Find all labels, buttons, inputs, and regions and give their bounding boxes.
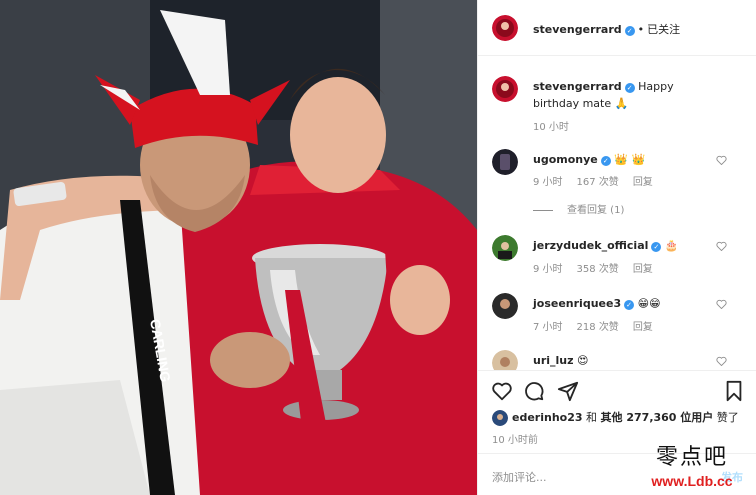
- post-timestamp[interactable]: 10 小时前: [492, 431, 538, 446]
- comment-heart-icon[interactable]: [716, 241, 727, 251]
- caption-meta: 10 小时: [533, 118, 583, 133]
- verified-badge-icon: ✓: [624, 83, 635, 93]
- comment-likes[interactable]: 218 次赞: [577, 322, 619, 333]
- likes-summary: ederinho23 和 其他 277,360 位用户 赞了: [492, 409, 739, 426]
- likes-others-link[interactable]: 其他 277,360 位用户: [601, 411, 714, 424]
- comment-body: 😍: [577, 354, 589, 367]
- comment-meta: 9 小时 167 次赞 回复: [533, 173, 667, 188]
- comment-heart-icon[interactable]: [716, 155, 727, 165]
- verified-badge-icon: ✓: [651, 242, 662, 252]
- watermark-url: www.Ldb.cc: [651, 473, 733, 489]
- comment-meta: 7 小时 218 次赞 回复: [533, 318, 667, 333]
- liker-username[interactable]: ederinho23: [512, 411, 583, 424]
- commenter-username[interactable]: ugomonye: [533, 153, 598, 166]
- watermark-chinese: 零点吧: [655, 445, 728, 470]
- action-bar: [478, 370, 756, 408]
- comment-likes[interactable]: 358 次赞: [577, 264, 619, 275]
- author-username[interactable]: stevengerrard: [533, 23, 622, 36]
- commenter-avatar[interactable]: [492, 293, 518, 319]
- comment-time[interactable]: 9 小时: [533, 177, 563, 188]
- verified-badge-icon: ✓: [624, 26, 635, 36]
- commenter-username[interactable]: jerzydudek_official: [533, 239, 648, 252]
- comment-text: joseenriquee3 ✓ 😁😁: [533, 295, 723, 312]
- comment-text: jerzydudek_official ✓ 🎂: [533, 237, 723, 254]
- comment-body: 😁😁: [637, 297, 661, 310]
- comments-list[interactable]: stevengerrard ✓ Happy birthday mate 🙏 10 …: [478, 57, 756, 370]
- heart-icon[interactable]: [491, 380, 513, 402]
- header-line: stevengerrard ✓ • 已关注: [533, 21, 680, 37]
- comment-time[interactable]: 7 小时: [533, 322, 563, 333]
- commenter-avatar[interactable]: [492, 149, 518, 175]
- view-replies-button[interactable]: 查看回复 (1): [533, 201, 624, 216]
- caption-text: stevengerrard ✓ Happy birthday mate 🙏: [533, 78, 723, 112]
- post-header: stevengerrard ✓ • 已关注: [478, 0, 756, 56]
- comment-body: 👑 👑: [614, 153, 646, 166]
- caption-time[interactable]: 10 小时: [533, 122, 569, 133]
- likes-liked: 赞了: [716, 411, 739, 424]
- share-icon[interactable]: [557, 380, 579, 402]
- verified-badge-icon: ✓: [624, 300, 635, 310]
- post-side-panel: stevengerrard ✓ • 已关注 stevengerrard ✓ Happy …: [477, 0, 756, 495]
- comment-likes[interactable]: 167 次赞: [577, 177, 619, 188]
- comment-reply-button[interactable]: 回复: [633, 264, 653, 275]
- caption-username[interactable]: stevengerrard: [533, 80, 622, 93]
- comment-text: ugomonye ✓ 👑 👑: [533, 151, 723, 168]
- caption-author-avatar[interactable]: [492, 76, 518, 102]
- photo-illustration: CARLING: [0, 0, 477, 495]
- add-comment-input[interactable]: 添加评论...: [492, 469, 547, 485]
- comment-meta: 9 小时 358 次赞 回复: [533, 260, 667, 275]
- separator-dot: •: [637, 23, 645, 36]
- commenter-username[interactable]: uri_luz: [533, 354, 574, 367]
- replies-divider: [533, 209, 553, 211]
- author-avatar[interactable]: [492, 15, 518, 41]
- comment-reply-button[interactable]: 回复: [633, 322, 653, 333]
- liker-avatar[interactable]: [492, 410, 508, 426]
- commenter-avatar[interactable]: [492, 235, 518, 261]
- follow-status-button[interactable]: 已关注: [647, 23, 680, 36]
- comment-body: 🎂: [664, 239, 679, 252]
- view-replies-label: 查看回复 (1): [567, 205, 625, 216]
- likes-and: 和: [586, 411, 598, 424]
- comment-icon[interactable]: [523, 380, 545, 402]
- bookmark-icon[interactable]: [723, 380, 745, 402]
- comment-heart-icon[interactable]: [716, 299, 727, 309]
- verified-badge-icon: ✓: [600, 156, 611, 166]
- comment-reply-button[interactable]: 回复: [633, 177, 653, 188]
- comment-heart-icon[interactable]: [716, 356, 727, 366]
- comment-time[interactable]: 9 小时: [533, 264, 563, 275]
- commenter-avatar[interactable]: [492, 350, 518, 370]
- post-photo[interactable]: CARLING: [0, 0, 477, 495]
- commenter-username[interactable]: joseenriquee3: [533, 297, 621, 310]
- site-watermark: 零点吧 www.Ldb.cc: [629, 443, 755, 495]
- comment-text: uri_luz 😍: [533, 352, 723, 369]
